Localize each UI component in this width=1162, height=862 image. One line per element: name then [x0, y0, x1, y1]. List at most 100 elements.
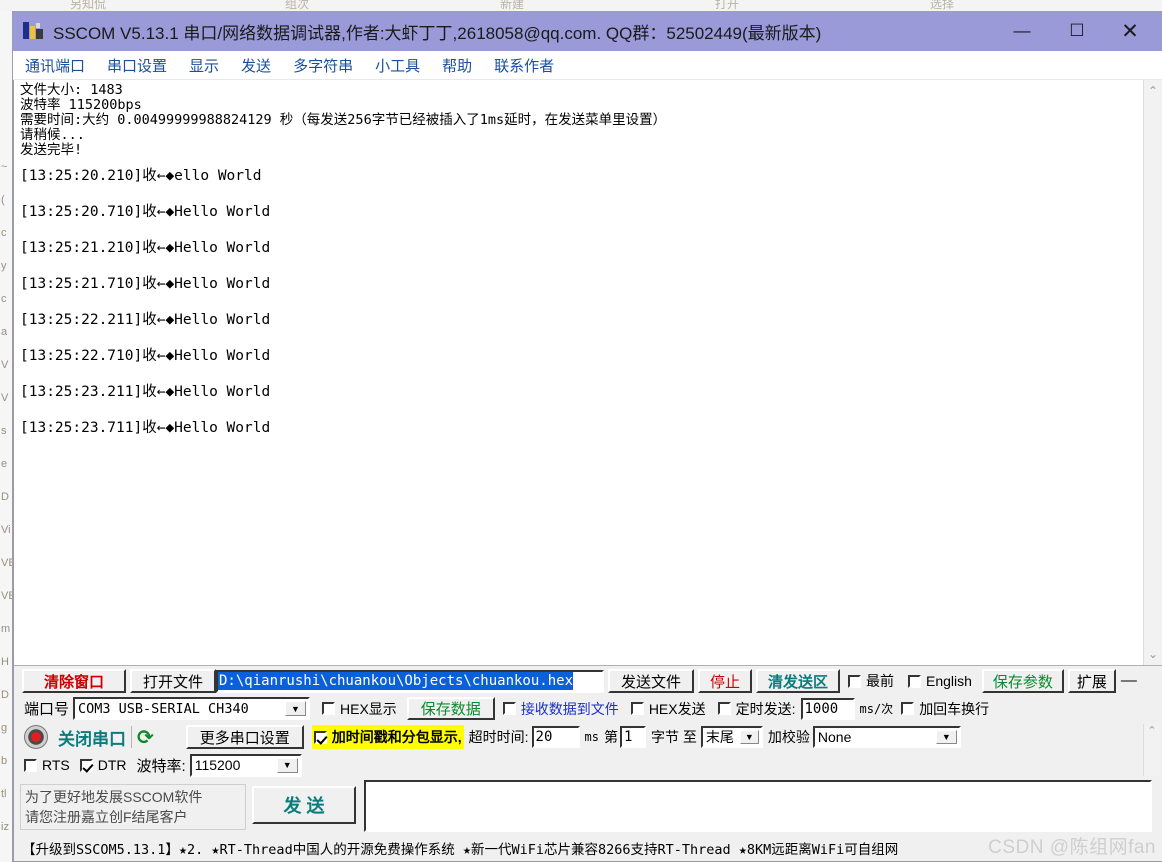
- send-file-button[interactable]: 发送文件: [608, 669, 694, 693]
- clear-window-button[interactable]: 清除窗口: [22, 669, 126, 693]
- timeout-input[interactable]: 20: [531, 726, 580, 748]
- terminal-log-line: [13:25:22.211]收←◆Hello World: [20, 312, 271, 328]
- background-sidebar-fragment: Vi: [1, 524, 11, 536]
- terminal-log-line: [13:25:23.711]收←◆Hello World: [20, 420, 271, 436]
- background-sidebar-fragment: (: [1, 194, 5, 206]
- stop-button[interactable]: 停止: [698, 669, 752, 693]
- hex-send-checkbox[interactable]: [630, 702, 644, 715]
- hex-send-label: HEX发送: [648, 700, 706, 717]
- terminal-header-line: 发送完毕!: [20, 142, 83, 158]
- window-title: SSCOM V5.13.1 串口/网络数据调试器,作者:大虾丁丁,2618058…: [53, 23, 822, 43]
- port-select[interactable]: COM3 USB-SERIAL CH340 ▼: [73, 697, 311, 720]
- background-sidebar-fragment: D: [1, 491, 9, 503]
- menu-item-comm-port[interactable]: 通讯端口: [25, 55, 85, 76]
- topmost-checkbox[interactable]: [848, 674, 861, 688]
- file-path-value: D:\qianrushi\chuankou\Objects\chuankou.h…: [218, 672, 574, 690]
- close-port-button[interactable]: 关闭串口: [58, 725, 126, 750]
- close-button[interactable]: ✕: [1107, 11, 1153, 51]
- scroll-up-icon[interactable]: ⌃: [1144, 82, 1162, 100]
- more-port-settings-button[interactable]: 更多串口设置: [185, 725, 304, 749]
- english-label: English: [926, 673, 972, 689]
- background-sidebar-fragment: a: [1, 326, 8, 338]
- serial-port-indicator-icon: [24, 725, 48, 749]
- control-panel: 清除窗口 打开文件 D:\qianrushi\chuankou\Objects\…: [13, 665, 1162, 835]
- connection-row: 关闭串口 ⟳ 更多串口设置 加时间戳和分包显示, 超时时间: 20 ms 第 1…: [14, 723, 1162, 751]
- background-sidebar-fragment: b: [1, 755, 8, 767]
- refresh-icon[interactable]: ⟳: [137, 725, 154, 750]
- port-value: COM3 USB-SERIAL CH340: [78, 700, 249, 717]
- receive-area-scrollbar[interactable]: ⌃ ⌄: [1143, 80, 1162, 665]
- chevron-down-icon[interactable]: ▼: [935, 730, 957, 744]
- menu-item-display[interactable]: 显示: [189, 55, 219, 76]
- chevron-down-icon[interactable]: ▼: [285, 701, 307, 716]
- timestamp-label: 加时间戳和分包显示,: [331, 729, 462, 745]
- terminal-log-line: [13:25:21.710]收←◆Hello World: [20, 276, 271, 292]
- background-sidebar-fragment: c: [1, 293, 7, 305]
- baud-label: 波特率:: [136, 757, 186, 775]
- menu-item-port-config[interactable]: 串口设置: [107, 55, 167, 76]
- chevron-down-icon[interactable]: ▼: [276, 757, 298, 773]
- menu-bar: 通讯端口 串口设置 显示 发送 多字符串 小工具 帮助 联系作者: [13, 51, 1162, 80]
- terminal-header-line: 波特率 115200bps: [20, 97, 142, 113]
- background-sidebar-fragment: g: [1, 722, 8, 734]
- byte-range-suffix: 字节 至: [651, 729, 697, 745]
- scroll-down-icon[interactable]: ⌄: [1144, 645, 1162, 663]
- menu-item-tools[interactable]: 小工具: [375, 55, 420, 76]
- terminal-header-line: 需要时间:大约 0.00499999988824129 秒（每发送256字节已经…: [20, 112, 667, 128]
- topmost-label: 最前: [866, 673, 894, 689]
- recv-to-file-checkbox[interactable]: [502, 702, 516, 715]
- background-sidebar-fragment: ~: [1, 161, 8, 173]
- clear-send-area-button[interactable]: 清发送区: [756, 669, 840, 693]
- watermark: CSDN @陈组网fan: [988, 837, 1156, 858]
- send-area-scrollbar[interactable]: ⌃: [1143, 724, 1160, 776]
- timestamp-checkbox[interactable]: [313, 730, 327, 744]
- background-sidebar-fragment: e: [1, 458, 8, 470]
- port-label: 端口号: [24, 701, 70, 718]
- timed-send-label: 定时发送:: [735, 700, 796, 717]
- byte-start-input[interactable]: 1: [620, 726, 646, 748]
- baud-select[interactable]: 115200 ▼: [189, 753, 302, 777]
- receive-area-wrapper: 文件大小: 1483 波特率 115200bps 需要时间:大约 0.00499…: [13, 80, 1162, 665]
- send-button[interactable]: 发 送: [252, 786, 356, 824]
- extend-more-icon[interactable]: —: [1121, 672, 1137, 690]
- menu-item-contact[interactable]: 联系作者: [494, 55, 554, 76]
- terminal-log-line: [13:25:21.210]收←◆Hello World: [20, 240, 271, 256]
- checksum-value: None: [817, 729, 852, 745]
- english-checkbox[interactable]: [908, 674, 921, 688]
- background-sidebar-fragment: V: [1, 359, 9, 371]
- flow-control-row: RTS DTR 波特率: 115200 ▼: [14, 752, 1162, 778]
- timed-send-checkbox[interactable]: [717, 702, 731, 715]
- save-params-button[interactable]: 保存参数: [981, 669, 1064, 693]
- timed-send-input[interactable]: 1000: [800, 697, 855, 720]
- minimize-button[interactable]: —: [999, 11, 1045, 51]
- crlf-checkbox[interactable]: [901, 702, 915, 715]
- dtr-checkbox[interactable]: [79, 758, 93, 772]
- open-file-button[interactable]: 打开文件: [130, 669, 216, 693]
- background-sidebar-fragment: m: [1, 623, 11, 635]
- sscom-app-icon: [23, 21, 45, 41]
- range-end-select[interactable]: 末尾 ▼: [700, 726, 763, 748]
- maximize-button[interactable]: ☐: [1054, 11, 1100, 51]
- hex-display-checkbox[interactable]: [322, 702, 336, 715]
- status-text: 【升级到SSCOM5.13.1】★2. ★RT-Thread中国人的开源免费操作…: [22, 842, 899, 858]
- menu-item-send[interactable]: 发送: [241, 55, 271, 76]
- chevron-down-icon[interactable]: ▼: [739, 730, 759, 744]
- extend-button[interactable]: 扩展: [1067, 669, 1116, 693]
- terminal-log-line: [13:25:22.710]收←◆Hello World: [20, 348, 271, 364]
- menu-item-multistring[interactable]: 多字符串: [293, 55, 353, 76]
- menu-item-help[interactable]: 帮助: [442, 55, 472, 76]
- file-toolbar-row: 清除窗口 打开文件 D:\qianrushi\chuankou\Objects\…: [14, 668, 1162, 694]
- dtr-label: DTR: [97, 757, 127, 773]
- rts-label: RTS: [42, 757, 70, 773]
- file-path-input[interactable]: D:\qianrushi\chuankou\Objects\chuankou.h…: [216, 669, 604, 693]
- save-data-button[interactable]: 保存数据: [406, 697, 495, 720]
- send-text-area[interactable]: [364, 780, 1152, 832]
- checksum-select[interactable]: None ▼: [812, 726, 961, 748]
- background-sidebar-fragment: y: [1, 260, 7, 272]
- crlf-label: 加回车换行: [919, 700, 990, 717]
- receive-text-area[interactable]: 文件大小: 1483 波特率 115200bps 需要时间:大约 0.00499…: [14, 80, 1143, 665]
- terminal-log-line: [13:25:20.710]收←◆Hello World: [20, 204, 271, 220]
- sscom-window: SSCOM V5.13.1 串口/网络数据调试器,作者:大虾丁丁,2618058…: [12, 11, 1162, 862]
- timeout-unit: ms: [584, 730, 599, 744]
- rts-checkbox[interactable]: [24, 758, 37, 772]
